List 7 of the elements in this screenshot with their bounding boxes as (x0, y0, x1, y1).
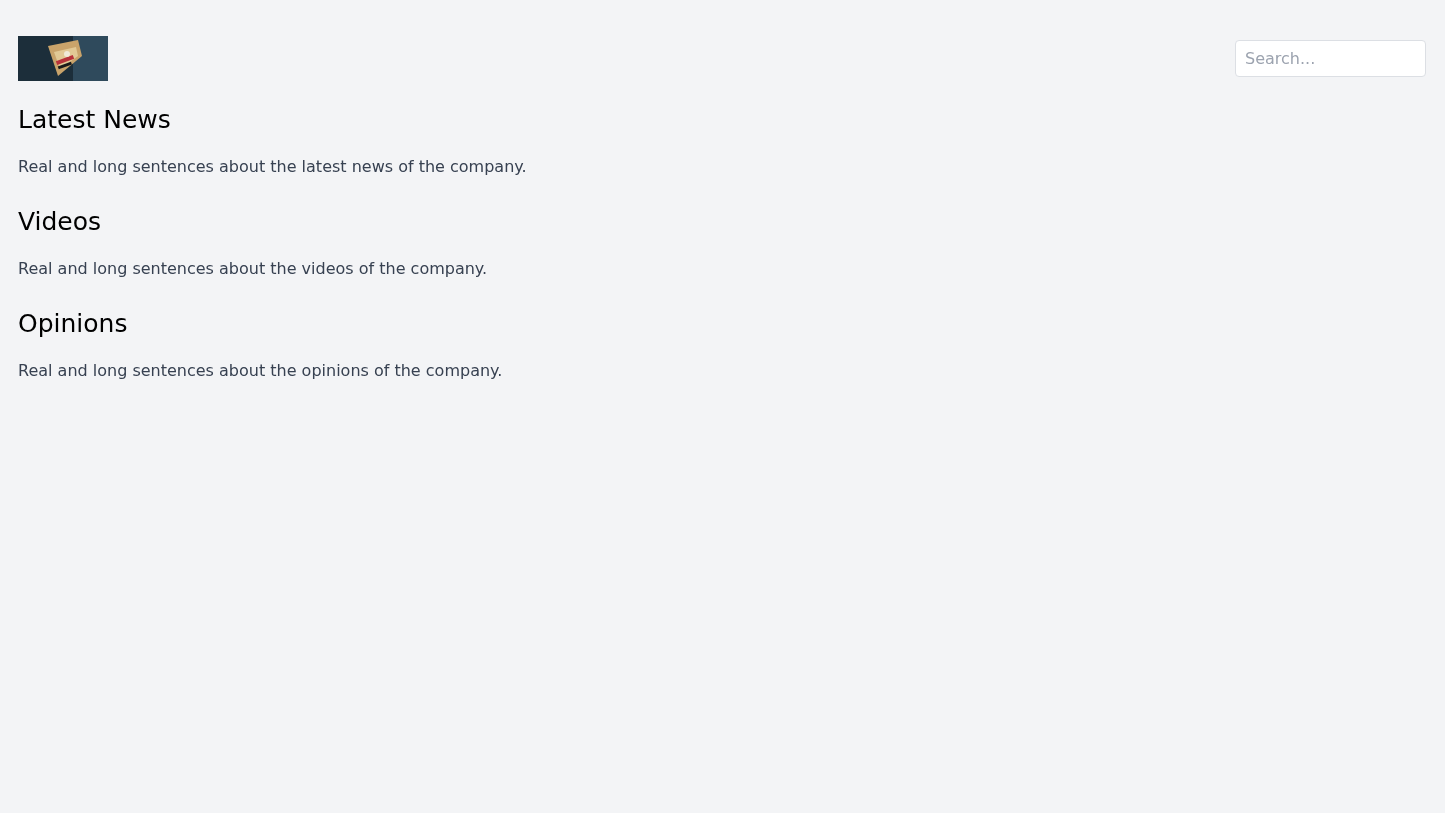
section-heading: Videos (18, 206, 102, 238)
section-heading: Latest News (18, 104, 171, 136)
section-text: Real and long sentences about the videos of the company. (18, 258, 488, 280)
section-text: Real and long sentences about the opinions of the company. (18, 360, 503, 382)
search-field[interactable]: Search... (1235, 40, 1426, 77)
section-heading: Opinions (18, 308, 128, 340)
section-text: Real and long sentences about the latest news of the company. (18, 156, 527, 178)
